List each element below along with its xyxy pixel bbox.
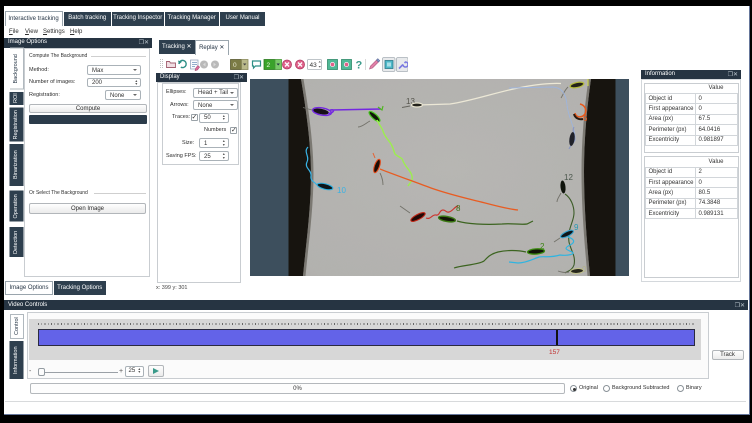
svg-text:0: 0: [233, 62, 237, 69]
svg-text:2: 2: [267, 62, 271, 69]
svg-text:8: 8: [456, 204, 461, 213]
svg-text:6: 6: [583, 114, 588, 123]
svg-text:?: ?: [356, 60, 363, 72]
svg-text:9: 9: [574, 223, 579, 232]
svg-text:43: 43: [310, 62, 318, 69]
svg-text:10: 10: [337, 186, 346, 195]
svg-text:12: 12: [564, 173, 573, 182]
